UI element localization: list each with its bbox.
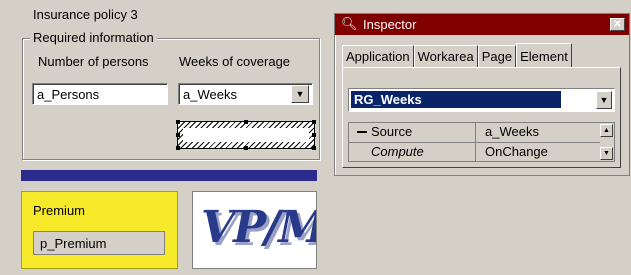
scroll-up-button[interactable]: ▲: [600, 124, 613, 137]
tab-page[interactable]: Page: [477, 45, 517, 67]
premium-panel: Premium p_Premium: [21, 191, 178, 269]
property-value: a_Weeks: [485, 124, 539, 139]
chevron-down-icon: ▼: [295, 89, 305, 99]
tab-application[interactable]: Application: [342, 45, 414, 67]
property-name: Compute: [371, 144, 424, 159]
premium-output: p_Premium: [33, 231, 165, 255]
magnifier-icon: 🔍︎: [341, 16, 358, 31]
separator-bar: [21, 170, 317, 181]
resize-handle[interactable]: [312, 120, 316, 124]
group-label: Required information: [30, 30, 157, 45]
resize-handle[interactable]: [176, 146, 180, 150]
persons-label: Number of persons: [38, 54, 149, 69]
property-scrollbar[interactable]: ▲ ▼: [600, 124, 613, 160]
inspector-tabs: Application Workarea Page Element: [342, 43, 572, 67]
resize-handle[interactable]: [244, 146, 248, 150]
resize-handle[interactable]: [176, 120, 180, 124]
logo-text: VP/MS: [201, 202, 316, 253]
property-name: Source: [371, 124, 413, 139]
property-row[interactable]: Compute OnChange: [349, 143, 600, 161]
chevron-down-icon: ▼: [599, 95, 609, 105]
resize-handle[interactable]: [312, 133, 316, 137]
element-dropdown-button[interactable]: ▼: [596, 91, 612, 109]
scroll-down-button[interactable]: ▼: [600, 147, 613, 160]
form-title: Insurance policy 3: [33, 7, 138, 22]
collapse-icon[interactable]: [357, 131, 367, 133]
persons-input[interactable]: a_Persons: [32, 83, 168, 105]
premium-label: Premium: [33, 203, 86, 218]
weeks-select-value: a_Weeks: [183, 87, 237, 102]
inspector-title: Inspector: [363, 17, 417, 32]
resize-handle[interactable]: [312, 146, 316, 150]
tab-element[interactable]: Element: [516, 43, 572, 67]
chevron-up-icon: ▲: [603, 127, 610, 134]
selected-element-placeholder[interactable]: [176, 120, 316, 150]
element-select[interactable]: RG_Weeks ▼: [348, 88, 615, 112]
inspector-window: 🔍︎ Inspector ✕ Application Workarea Page…: [334, 13, 630, 176]
property-value: OnChange: [485, 144, 548, 159]
close-button[interactable]: ✕: [610, 18, 625, 31]
vpms-logo: VP/MS: [192, 191, 317, 269]
property-grid: Source a_Weeks Compute OnChange ▲ ▼: [348, 122, 615, 162]
resize-handle[interactable]: [176, 133, 180, 137]
element-select-value: RG_Weeks: [351, 91, 561, 108]
inspector-titlebar[interactable]: 🔍︎ Inspector ✕: [335, 14, 629, 35]
tab-workarea[interactable]: Workarea: [413, 45, 478, 67]
weeks-dropdown-button[interactable]: ▼: [291, 85, 309, 103]
chevron-down-icon: ▼: [603, 150, 610, 157]
weeks-label: Weeks of coverage: [179, 54, 291, 69]
property-row[interactable]: Source a_Weeks: [349, 123, 600, 141]
close-icon: ✕: [613, 19, 622, 30]
resize-handle[interactable]: [244, 120, 248, 124]
